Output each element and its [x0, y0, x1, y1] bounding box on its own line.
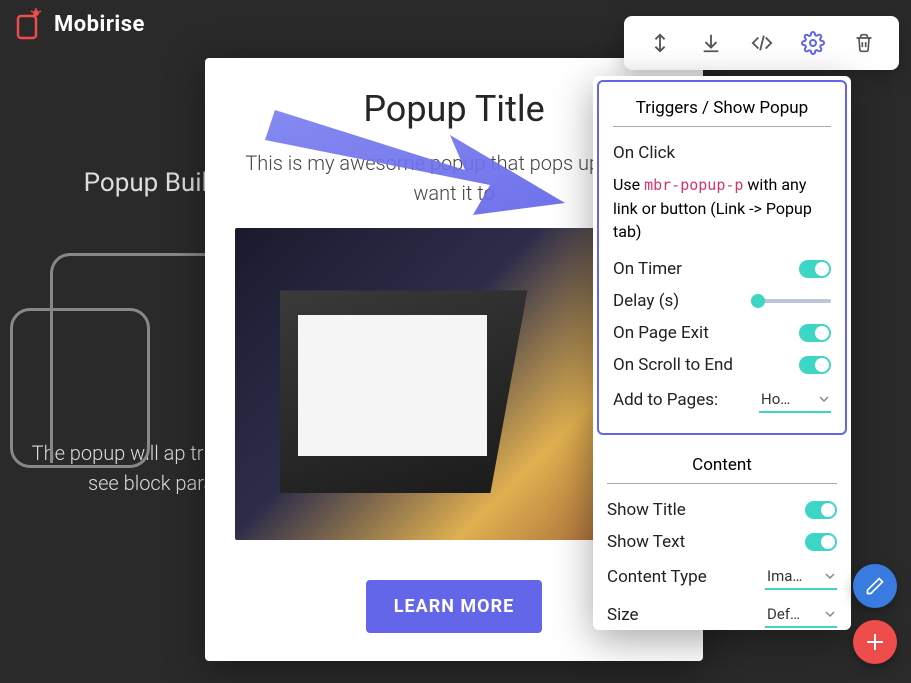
toggle-page-exit[interactable]: [799, 324, 831, 342]
setting-label-content-type: Content Type: [607, 567, 765, 587]
fab-edit-button[interactable]: [853, 564, 897, 608]
dropdown-value-pages: Ho…: [761, 390, 790, 408]
toolbar-code-button[interactable]: [742, 23, 782, 63]
setting-page-exit: On Page Exit: [613, 317, 831, 349]
section-title-content: Content: [607, 447, 837, 484]
toggle-show-title[interactable]: [805, 501, 837, 519]
app-logo: Mobirise: [16, 8, 145, 40]
popup-cta-button[interactable]: LEARN MORE: [366, 580, 543, 633]
toggle-scroll-end[interactable]: [799, 356, 831, 374]
toggle-show-text[interactable]: [805, 533, 837, 551]
setting-help-text: Use mbr-popup-p with any link or button …: [613, 169, 831, 253]
gear-icon: [801, 31, 825, 55]
setting-show-text: Show Text: [607, 526, 837, 558]
setting-label-delay: Delay (s): [613, 291, 751, 311]
setting-label-on-timer: On Timer: [613, 259, 799, 279]
trash-icon: [854, 32, 874, 54]
setting-label-show-title: Show Title: [607, 500, 805, 520]
download-icon: [700, 32, 722, 54]
toolbar-move-button[interactable]: [640, 23, 680, 63]
dropdown-value-size: Def…: [767, 605, 800, 623]
settings-section-triggers-highlight: Triggers / Show Popup On Click Use mbr-p…: [597, 80, 847, 435]
setting-label-show-text: Show Text: [607, 532, 805, 552]
settings-panel[interactable]: Triggers / Show Popup On Click Use mbr-p…: [593, 76, 851, 630]
toolbar-delete-button[interactable]: [844, 23, 884, 63]
setting-size: Size Def…: [607, 596, 837, 630]
dropdown-size[interactable]: Def…: [765, 602, 837, 628]
setting-on-timer: On Timer: [613, 253, 831, 285]
toolbar-settings-button[interactable]: [793, 23, 833, 63]
toolbar-download-button[interactable]: [691, 23, 731, 63]
slider-delay[interactable]: [751, 299, 831, 303]
setting-label-page-exit: On Page Exit: [613, 323, 799, 343]
setting-on-click: On Click: [613, 137, 831, 169]
setting-label-scroll-end: On Scroll to End: [613, 355, 799, 375]
setting-add-pages: Add to Pages: Ho…: [613, 381, 831, 419]
setting-label-on-click: On Click: [613, 143, 831, 163]
fab-add-button[interactable]: [853, 620, 897, 664]
pencil-icon: [865, 576, 885, 596]
setting-delay: Delay (s): [613, 285, 831, 317]
plus-icon: [863, 630, 887, 654]
toggle-on-timer[interactable]: [799, 260, 831, 278]
dropdown-content-type[interactable]: Ima…: [765, 564, 837, 590]
chevron-down-icon: [819, 396, 829, 402]
setting-content-type: Content Type Ima…: [607, 558, 837, 596]
dropdown-add-pages[interactable]: Ho…: [759, 387, 831, 413]
move-vertical-icon: [649, 32, 671, 54]
code-icon: [749, 32, 775, 54]
setting-label-size: Size: [607, 605, 765, 625]
bg-decoration-box: [10, 308, 150, 468]
slider-thumb[interactable]: [751, 294, 765, 308]
code-snippet: mbr-popup-p: [644, 176, 743, 194]
dropdown-value-content-type: Ima…: [767, 567, 802, 585]
chevron-down-icon: [825, 573, 835, 579]
setting-label-add-pages: Add to Pages:: [613, 390, 759, 410]
chevron-down-icon: [825, 611, 835, 617]
section-title-triggers: Triggers / Show Popup: [613, 90, 831, 127]
settings-section-content: Content Show Title Show Text Content Typ…: [593, 439, 851, 630]
mobirise-logo-icon: [16, 8, 44, 40]
brand-name: Mobirise: [54, 12, 145, 37]
block-toolbar: [624, 16, 899, 70]
setting-show-title: Show Title: [607, 494, 837, 526]
setting-scroll-end: On Scroll to End: [613, 349, 831, 381]
